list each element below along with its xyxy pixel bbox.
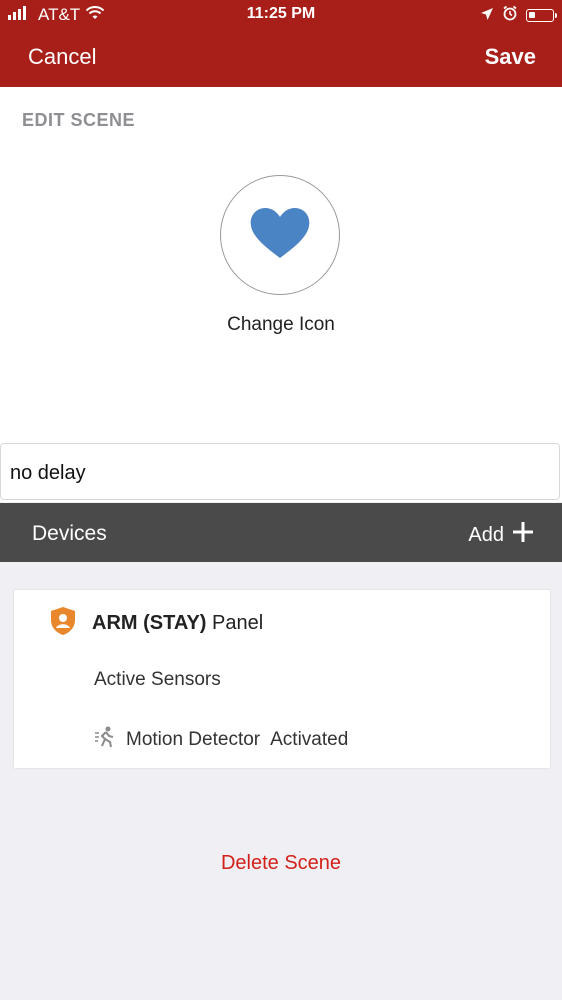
scene-name-field[interactable]: no delay [0, 443, 560, 500]
alarm-icon [502, 5, 518, 26]
add-device-button[interactable]: Add [468, 521, 534, 549]
section-title: EDIT SCENE [22, 110, 136, 130]
motion-icon [94, 726, 116, 754]
location-icon [480, 6, 494, 26]
shield-icon [50, 606, 76, 641]
delete-scene-button[interactable]: Delete Scene [0, 852, 562, 875]
battery-icon [526, 9, 557, 22]
plus-icon [512, 521, 534, 549]
motion-detector-label: Motion Detector [126, 729, 261, 750]
panel-label: ARM (STAY) Panel [92, 612, 263, 635]
panel-row[interactable]: ARM (STAY) Panel [50, 606, 263, 641]
panel-mode: ARM (STAY) [92, 612, 207, 634]
devices-header: Devices Add [0, 503, 562, 562]
devices-title: Devices [32, 522, 107, 545]
cancel-button[interactable]: Cancel [28, 44, 96, 70]
motion-state: Activated [270, 729, 349, 750]
battery-level [529, 12, 535, 18]
active-sensors-label: Active Sensors [94, 669, 221, 690]
change-icon-label[interactable]: Change Icon [0, 314, 562, 336]
status-bar: AT&T 11:25 PM [0, 0, 562, 30]
status-right [480, 5, 557, 26]
panel-name: Panel [212, 612, 264, 634]
motion-detector-row[interactable]: Motion Detector Activated [94, 726, 348, 754]
save-button[interactable]: Save [485, 44, 536, 70]
status-time: 11:25 PM [246, 5, 316, 22]
scene-icon-button[interactable] [220, 175, 340, 295]
heart-icon [249, 206, 311, 265]
top-header: AT&T 11:25 PM Cancel Save [0, 0, 562, 87]
scene-name-value[interactable]: no delay [10, 462, 86, 485]
device-card: ARM (STAY) Panel Active Sensors Motion D… [14, 590, 550, 768]
add-label: Add [468, 523, 504, 546]
